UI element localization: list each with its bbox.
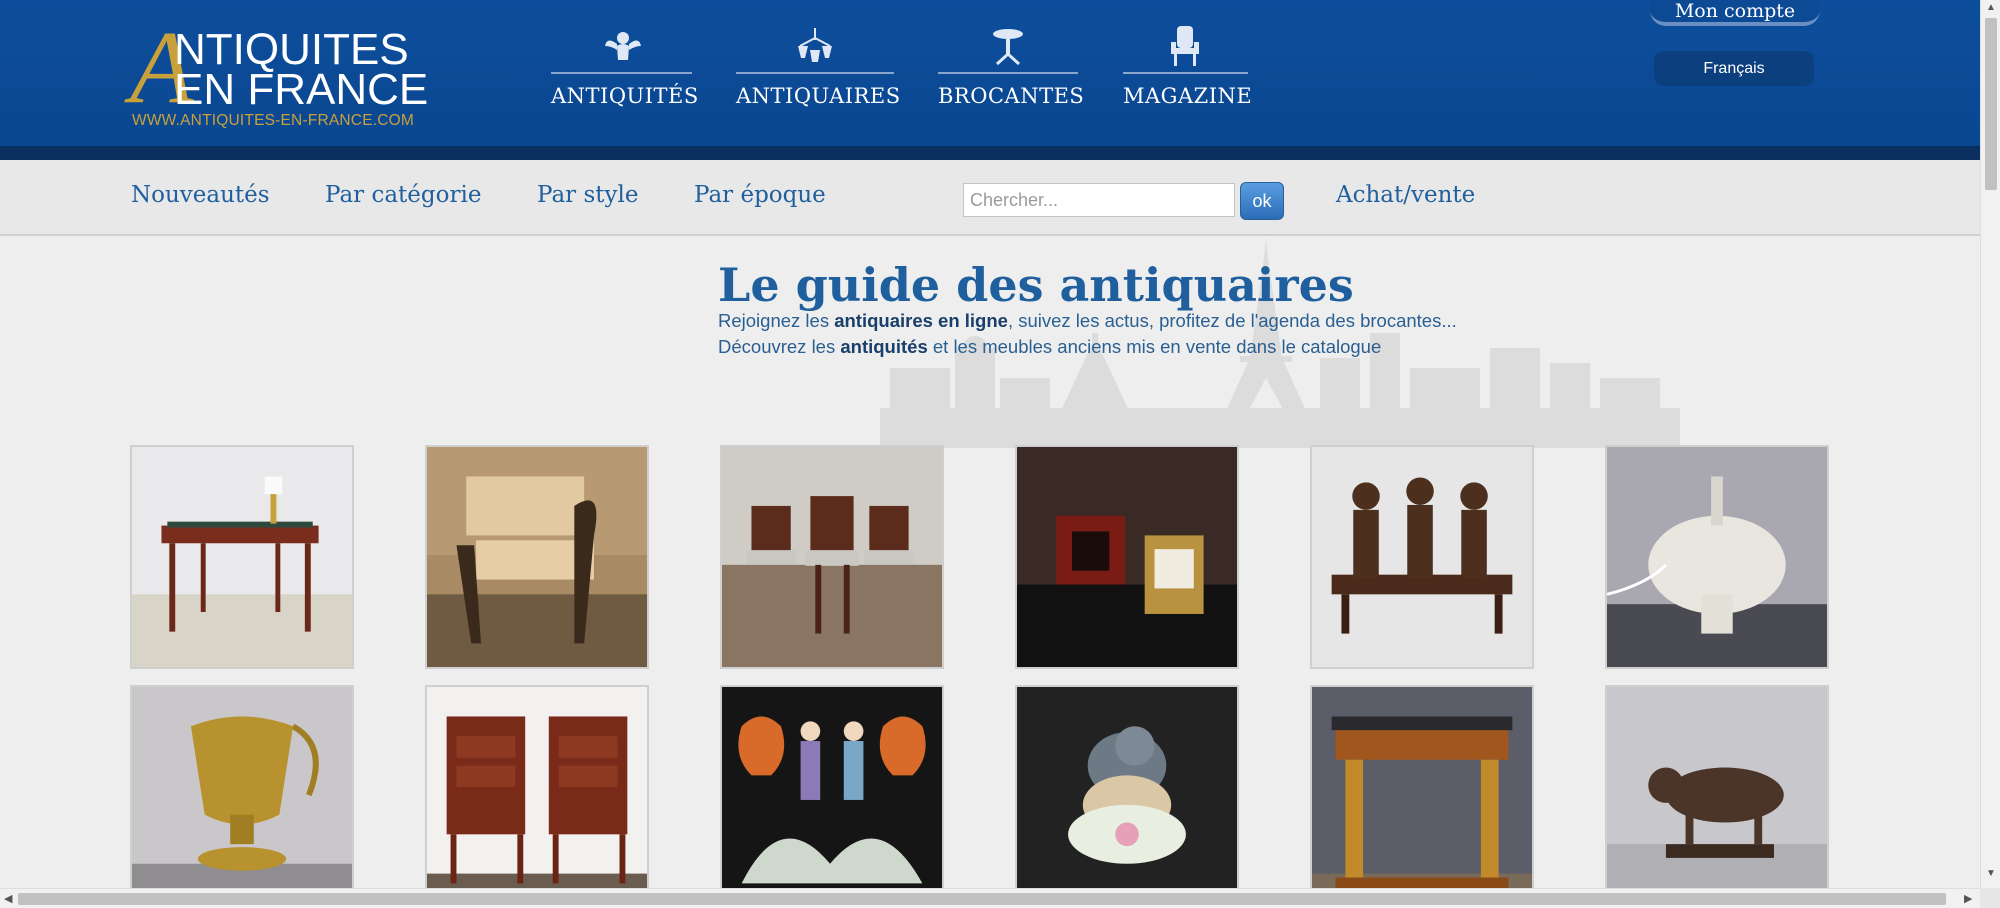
intro-line-2: Découvrez les antiquités et les meubles … — [718, 336, 1381, 358]
product-thumbnail-bedside-tables[interactable] — [425, 685, 649, 908]
pedestal-table-icon — [993, 29, 1023, 66]
product-thumbnail-garden-bench[interactable] — [425, 445, 649, 669]
product-thumbnail-porcelain-vases[interactable] — [720, 685, 944, 908]
product-thumbnail-crackle-lamp[interactable] — [1605, 445, 1829, 669]
search-button[interactable]: ok — [1240, 182, 1284, 220]
intro-text: et les meubles anciens mis en vente dans… — [927, 336, 1382, 357]
nav-label: ANTIQUAIRES — [736, 84, 901, 108]
vertical-scroll-thumb[interactable] — [1985, 18, 1997, 190]
scroll-up-icon[interactable]: ▲ — [1986, 2, 1996, 13]
scroll-right-icon[interactable]: ▶ — [1964, 892, 1972, 905]
product-thumbnail-gilt-ewer[interactable] — [130, 685, 354, 908]
subnav-par-style[interactable]: Par style — [537, 182, 638, 208]
language-selector[interactable]: Français — [1654, 51, 1814, 86]
product-thumbnail-bronze-bull[interactable] — [1605, 685, 1829, 908]
intro-text: , suivez les actus, profitez de l'agenda… — [1007, 310, 1457, 331]
site-logo[interactable]: A NTIQUITES EN FRANCE WWW.ANTIQUITES-EN-… — [130, 16, 440, 134]
product-thumbnail-bronze-figures[interactable] — [1310, 445, 1534, 669]
subnav-achat-vente[interactable]: Achat/vente — [1336, 182, 1475, 208]
intro-text: Découvrez les — [718, 336, 841, 357]
site-header: A NTIQUITES EN FRANCE WWW.ANTIQUITES-EN-… — [0, 0, 1980, 160]
secondary-nav: Nouveautés Par catégorie Par style Par é… — [0, 160, 1980, 236]
product-thumbnail-dining-chairs[interactable] — [720, 445, 944, 669]
nav-item-brocantes[interactable]: BROCANTES — [938, 24, 1084, 114]
account-button[interactable]: Mon compte — [1650, 0, 1820, 26]
horizontal-scroll-thumb[interactable] — [18, 893, 1946, 905]
cherub-icon — [604, 32, 641, 60]
horizontal-scrollbar[interactable]: ◀ ▶ — [0, 888, 1980, 908]
nav-label: ANTIQUITÉS — [551, 84, 699, 108]
armchair-icon — [1170, 26, 1199, 66]
main-content: Le guide des antiquaires Rejoignez les a… — [0, 238, 1980, 908]
subnav-nouveautes[interactable]: Nouveautés — [131, 182, 270, 208]
nav-item-magazine[interactable]: MAGAZINE — [1123, 24, 1252, 114]
antiquites-link[interactable]: antiquités — [840, 336, 927, 357]
logo-url: WWW.ANTIQUITES-EN-FRANCE.COM — [132, 112, 414, 129]
nav-item-antiquaires[interactable]: ANTIQUAIRES — [736, 24, 900, 114]
vertical-scrollbar[interactable]: ▲ ▼ — [1980, 0, 2000, 888]
nav-label: MAGAZINE — [1123, 84, 1253, 108]
header-strip — [0, 146, 1980, 160]
intro-line-1: Rejoignez les antiquaires en ligne, suiv… — [718, 310, 1457, 332]
scroll-down-icon[interactable]: ▼ — [1986, 868, 1996, 879]
subnav-par-categorie[interactable]: Par catégorie — [325, 182, 481, 208]
subnav-par-epoque[interactable]: Par époque — [694, 182, 826, 208]
nav-item-antiquites[interactable]: ANTIQUITÉS — [551, 24, 698, 114]
antiquaires-link[interactable]: antiquaires en ligne — [834, 310, 1008, 331]
chandelier-icon — [798, 28, 832, 62]
nav-label: BROCANTES — [938, 84, 1085, 108]
product-thumbnail-console-table[interactable] — [1310, 685, 1534, 908]
scrollbar-corner — [1980, 888, 2000, 908]
page-title: Le guide des antiquaires — [718, 258, 1354, 312]
scroll-left-icon[interactable]: ◀ — [4, 892, 12, 905]
product-thumbnail-carriage-clock[interactable] — [1015, 445, 1239, 669]
product-thumbnail-porcelain-bird[interactable] — [1015, 685, 1239, 908]
search-input[interactable] — [963, 183, 1235, 217]
product-thumbnail-writing-desk[interactable] — [130, 445, 354, 669]
logo-line2: EN FRANCE — [174, 65, 429, 114]
intro-text: Rejoignez les — [718, 310, 835, 331]
